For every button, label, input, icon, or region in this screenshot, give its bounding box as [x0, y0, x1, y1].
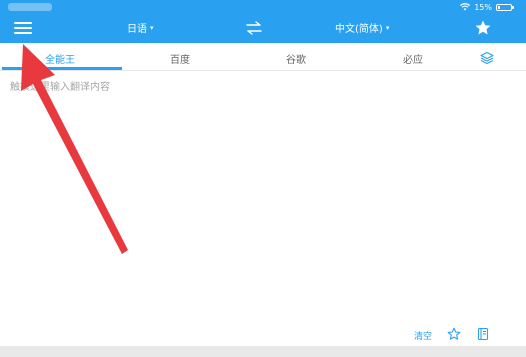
- top-bar: 日语 ▾ 中文(简体) ▾: [0, 14, 526, 43]
- translation-input-area: [0, 72, 526, 342]
- input-toolbar: 清空: [0, 327, 526, 343]
- menu-icon-line: [14, 22, 32, 24]
- active-tab-indicator: [2, 67, 122, 70]
- tab-baidu[interactable]: 百度: [170, 51, 190, 66]
- status-bar: 15%: [0, 0, 526, 14]
- layers-icon[interactable]: [480, 51, 494, 65]
- source-language-select[interactable]: 日语 ▾: [127, 20, 154, 36]
- battery-percentage: 15%: [474, 2, 492, 12]
- wifi-icon: [460, 3, 471, 11]
- chevron-down-icon: ▾: [150, 23, 154, 32]
- target-language-label: 中文(简体): [335, 24, 383, 35]
- battery-icon: [496, 3, 514, 11]
- tab-google[interactable]: 谷歌: [286, 51, 306, 66]
- status-time-blurred: [8, 3, 52, 11]
- translation-input[interactable]: [0, 72, 500, 322]
- status-indicators: 15%: [460, 1, 514, 13]
- bottom-strip: [0, 346, 526, 357]
- source-language-label: 日语: [127, 24, 147, 35]
- menu-icon-line: [14, 32, 32, 34]
- clear-button[interactable]: 清空: [414, 329, 432, 342]
- star-icon[interactable]: [474, 19, 492, 37]
- tab-bing[interactable]: 必应: [403, 51, 423, 66]
- target-language-select[interactable]: 中文(简体) ▾: [335, 20, 390, 36]
- book-icon[interactable]: [476, 327, 490, 341]
- translation-engine-tabs: 全能王 百度 谷歌 必应: [0, 43, 526, 71]
- tab-quanneng[interactable]: 全能王: [45, 51, 75, 66]
- chevron-down-icon: ▾: [385, 23, 390, 32]
- star-outline-icon[interactable]: [447, 327, 461, 341]
- menu-icon-line: [14, 27, 32, 29]
- menu-button[interactable]: [14, 20, 32, 36]
- swap-languages-icon[interactable]: [245, 21, 263, 35]
